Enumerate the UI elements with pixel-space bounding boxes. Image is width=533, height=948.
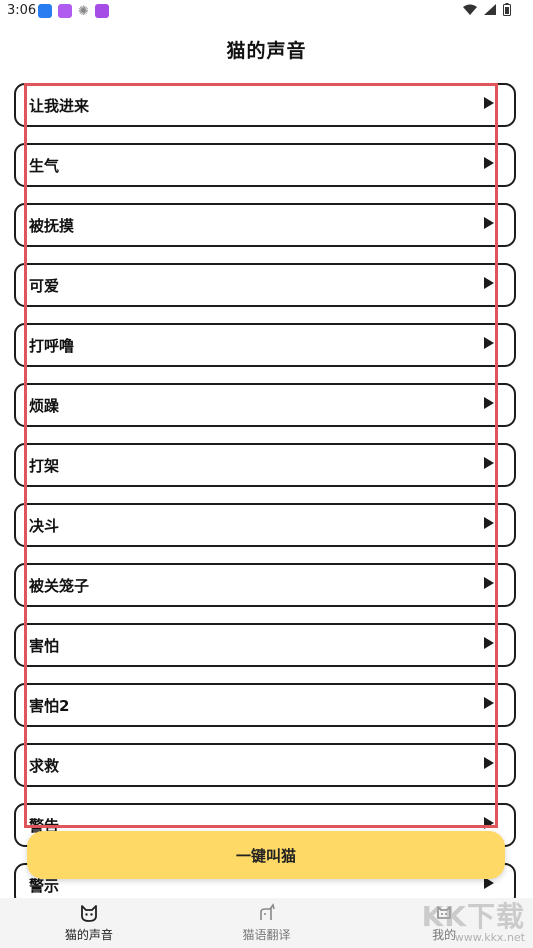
play-arrow-icon [484,757,494,769]
sound-item-label: 害怕2 [29,697,70,715]
sound-item-label: 警示 [29,877,60,895]
cat-translate-icon [257,903,277,923]
page-title: 猫的声音 [226,40,307,62]
play-arrow-icon [484,637,494,649]
play-arrow-icon [484,157,494,169]
sound-item-label: 害怕 [29,637,60,655]
sound-item-cute[interactable]: 可爱 [14,263,516,307]
sound-item-label: 打架 [29,457,60,475]
nav-tab-cat-sounds[interactable]: 猫的声音 [0,898,178,948]
sound-item-irritated[interactable]: 烦躁 [14,383,516,427]
play-arrow-icon [484,397,494,409]
play-arrow-icon [484,337,494,349]
sound-item-label: 被抚摸 [29,217,75,235]
sound-item-fighting[interactable]: 打架 [14,443,516,487]
play-arrow-icon [484,217,494,229]
nav-tab-profile[interactable]: 我的 [355,898,533,948]
play-arrow-icon [484,97,494,109]
app-notification-icon [58,4,72,18]
play-arrow-icon [484,517,494,529]
app-notification-icon [38,4,52,18]
sound-item-label: 可爱 [29,277,60,295]
nav-label: 猫的声音 [64,928,113,942]
sound-item-caged[interactable]: 被关笼子 [14,563,516,607]
sound-item-label: 被关笼子 [29,577,90,595]
call-cat-button[interactable]: 一键叫猫 [27,831,505,879]
wifi-icon [463,4,477,19]
notification-icons: ✺ [38,4,109,19]
sound-item-scared[interactable]: 害怕 [14,623,516,667]
play-arrow-icon [484,277,494,289]
sound-item-help[interactable]: 求救 [14,743,516,787]
system-status-icons [463,3,511,20]
status-bar: 3:06 ✺ [0,0,533,22]
sound-item-label: 打呼噜 [29,337,75,355]
profile-icon [434,903,454,923]
nav-label: 猫语翻译 [242,928,291,942]
play-arrow-icon [484,577,494,589]
sound-item-let-me-in[interactable]: 让我进来 [14,83,516,127]
sound-item-purring[interactable]: 打呼噜 [14,323,516,367]
sound-item-label: 求救 [29,757,60,775]
nav-tab-cat-translate[interactable]: 猫语翻译 [178,898,356,948]
sun-icon: ✺ [78,4,89,19]
status-time: 3:06 [7,3,37,18]
cat-face-icon [79,903,99,923]
play-arrow-icon [484,817,494,829]
sound-item-label: 烦躁 [29,397,60,415]
play-arrow-icon [484,697,494,709]
sound-item-duel[interactable]: 决斗 [14,503,516,547]
sound-item-angry[interactable]: 生气 [14,143,516,187]
sound-item-label: 生气 [29,157,60,175]
sound-item-label: 让我进来 [29,97,90,115]
sound-item-scared-2[interactable]: 害怕2 [14,683,516,727]
bottom-nav: 猫的声音 猫语翻译 我的 [0,898,533,948]
nav-label: 我的 [432,928,457,942]
sound-item-petted[interactable]: 被抚摸 [14,203,516,247]
play-arrow-icon [484,457,494,469]
signal-icon [484,4,496,19]
sound-item-label: 决斗 [29,517,60,535]
app-notification-icon [94,4,109,18]
battery-icon [503,3,511,20]
